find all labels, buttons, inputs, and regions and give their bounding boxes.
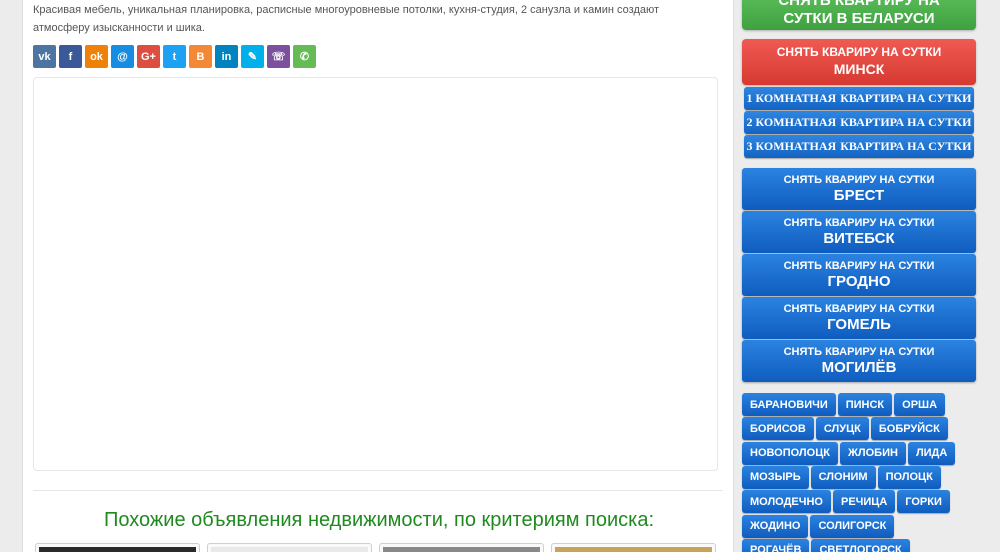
belarus-rent-line2: СУТКИ В БЕЛАРУСИ xyxy=(783,10,935,27)
city-rent-name: ГОМЕЛЬ xyxy=(827,316,891,333)
similar-listing-card[interactable] xyxy=(551,543,716,552)
divider xyxy=(33,490,723,491)
town-tag[interactable]: РОГАЧЁВ xyxy=(742,538,810,552)
rooms-count: 1 КОМНАТНАЯ xyxy=(746,91,837,105)
city-rent-name: МОГИЛЁВ xyxy=(821,359,897,376)
town-tag[interactable]: СЛОНИМ xyxy=(810,465,876,489)
town-tag[interactable]: СОЛИГОРСК xyxy=(810,514,895,538)
minsk-rent-button[interactable]: СНЯТЬ КВАРИРУ НА СУТКИ МИНСК xyxy=(742,39,976,85)
rooms-2-button[interactable]: 2 КОМНАТНАЯ КВАРТИРА НА СУТКИ xyxy=(744,111,974,134)
town-tag[interactable]: БОБРУЙСК xyxy=(870,417,948,441)
town-tag[interactable]: МОЛОДЕЧНО xyxy=(742,490,831,514)
town-tag[interactable]: ГОРКИ xyxy=(897,490,950,514)
twitter-icon[interactable]: t xyxy=(163,45,186,68)
odnoklassniki-icon[interactable]: ok xyxy=(85,45,108,68)
town-tag[interactable]: ОРША xyxy=(894,393,946,416)
city-rent-button[interactable]: СНЯТЬ КВАРИРУ НА СУТКИ МОГИЛЁВ xyxy=(742,340,976,382)
town-tag-row: МОЛОДЕЧНО РЕЧИЦА ГОРКИ xyxy=(742,490,950,514)
main-content: Красивая мебель, уникальная планировка, … xyxy=(22,0,734,552)
town-tag-row: БАРАНОВИЧИ ПИНСК ОРША xyxy=(742,393,946,416)
similar-listings-heading: Похожие объявления недвижимости, по крит… xyxy=(103,509,655,531)
google-plus-icon[interactable]: G+ xyxy=(137,45,160,68)
belarus-rent-button[interactable]: СНЯТЬ КВАРТИРУ НА СУТКИ В БЕЛАРУСИ xyxy=(742,0,976,30)
similar-listing-card[interactable] xyxy=(207,543,372,552)
town-tag[interactable]: ПИНСК xyxy=(837,393,893,416)
town-tag[interactable]: БОРИСОВ xyxy=(742,417,814,441)
similar-listing-card[interactable] xyxy=(35,543,200,552)
city-rent-caption: СНЯТЬ КВАРИРУ НА СУТКИ xyxy=(783,217,935,229)
city-rent-button[interactable]: СНЯТЬ КВАРИРУ НА СУТКИ ВИТЕБСК xyxy=(742,211,976,253)
town-tag-row: РОГАЧЁВ СВЕТЛОГОРСК xyxy=(742,538,910,552)
listing-description: Красивая мебель, уникальная планировка, … xyxy=(33,4,660,34)
town-tag-row: МОЗЫРЬ СЛОНИМ ПОЛОЦК xyxy=(742,465,941,489)
town-tag[interactable]: НОВОПОЛОЦК xyxy=(742,441,838,465)
town-tag[interactable]: БАРАНОВИЧИ xyxy=(742,393,836,416)
town-tag[interactable]: ЖОДИНО xyxy=(742,514,809,538)
town-tag-row: БОРИСОВ СЛУЦК БОБРУЙСК xyxy=(742,417,948,441)
rooms-count: 2 КОМНАТНАЯ xyxy=(746,115,837,129)
town-tag[interactable]: СВЕТЛОГОРСК xyxy=(811,538,910,552)
vk-icon[interactable]: vk xyxy=(33,45,56,68)
town-tag[interactable]: РЕЧИЦА xyxy=(832,490,896,514)
city-rent-button[interactable]: СНЯТЬ КВАРИРУ НА СУТКИ ГРОДНО xyxy=(742,254,976,296)
share-buttons: vk f ok @ G+ t Bin ✎ ☏ ✆ xyxy=(33,45,316,68)
minsk-rent-city: МИНСК xyxy=(833,61,885,77)
rooms-label: КВАРТИРА НА СУТКИ xyxy=(840,139,972,153)
rooms-1-button[interactable]: 1 КОМНАТНАЯ КВАРТИРА НА СУТКИ xyxy=(744,87,974,110)
viber-icon[interactable]: ☏ xyxy=(267,45,290,68)
town-tag[interactable]: ЖЛОБИН xyxy=(839,441,906,465)
rooms-count: 3 КОМНАТНАЯ xyxy=(746,139,837,153)
town-tag[interactable]: ЛИДА xyxy=(907,441,956,465)
city-rent-name: ВИТЕБСК xyxy=(823,230,895,247)
city-rent-caption: СНЯТЬ КВАРИРУ НА СУТКИ xyxy=(783,346,935,358)
town-tag-row: НОВОПОЛОЦК ЖЛОБИН ЛИДА xyxy=(742,441,956,465)
similar-listings xyxy=(35,543,716,552)
moimir-icon[interactable]: @ xyxy=(111,45,134,68)
rooms-3-button[interactable]: 3 КОМНАТНАЯ КВАРТИРА НА СУТКИ xyxy=(744,135,974,158)
town-tag[interactable]: СЛУЦК xyxy=(815,417,869,441)
city-rent-caption: СНЯТЬ КВАРИРУ НА СУТКИ xyxy=(783,260,935,272)
rooms-label: КВАРТИРА НА СУТКИ xyxy=(840,115,972,129)
city-rent-name: ГРОДНО xyxy=(827,273,891,290)
city-rent-caption: СНЯТЬ КВАРИРУ НА СУТКИ xyxy=(783,174,935,186)
town-tag-row: ЖОДИНО СОЛИГОРСК xyxy=(742,514,895,538)
city-rent-button[interactable]: СНЯТЬ КВАРИРУ НА СУТКИ БРЕСТ xyxy=(742,168,976,210)
belarus-rent-line1: СНЯТЬ КВАРТИРУ НА xyxy=(778,0,940,9)
rooms-label: КВАРТИРА НА СУТКИ xyxy=(840,91,972,105)
town-tag[interactable]: ПОЛОЦК xyxy=(877,465,941,489)
similar-listing-card[interactable] xyxy=(379,543,544,552)
facebook-icon[interactable]: f xyxy=(59,45,82,68)
livejournal-icon[interactable]: ✎ xyxy=(241,45,264,68)
map-frame[interactable] xyxy=(33,77,718,471)
city-rent-caption: СНЯТЬ КВАРИРУ НА СУТКИ xyxy=(783,303,935,315)
city-rent-name: БРЕСТ xyxy=(833,187,885,204)
town-tag[interactable]: МОЗЫРЬ xyxy=(742,465,809,489)
blogger-icon[interactable]: B xyxy=(189,45,212,68)
city-rent-button[interactable]: СНЯТЬ КВАРИРУ НА СУТКИ ГОМЕЛЬ xyxy=(742,297,976,339)
minsk-rent-caption: СНЯТЬ КВАРИРУ НА СУТКИ xyxy=(776,45,942,59)
linkedin-icon[interactable]: in xyxy=(215,45,238,68)
whatsapp-icon[interactable]: ✆ xyxy=(293,45,316,68)
